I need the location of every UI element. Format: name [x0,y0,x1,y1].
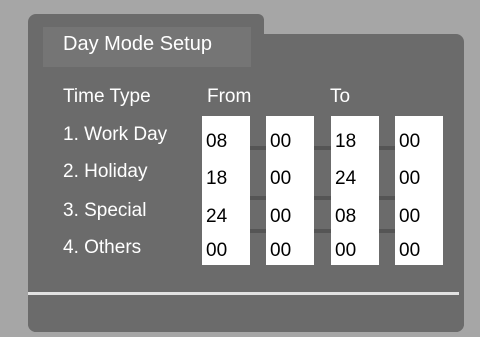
work-day-to-hour-input[interactable]: 18 [331,116,379,156]
holiday-to-minute-input[interactable]: 00 [395,153,443,193]
others-to-minute-input[interactable]: 00 [395,225,443,265]
row-label-others: 4. Others [63,237,142,258]
holiday-from-minute-input[interactable]: 00 [266,153,314,193]
row-label-work-day: 1. Work Day [63,124,168,145]
work-day-to-minute-input[interactable]: 00 [395,116,443,156]
to-header: To [330,86,351,107]
others-to-hour-input[interactable]: 00 [331,225,379,265]
separator-line [28,292,459,295]
row-label-holiday: 2. Holiday [63,161,148,182]
bottom-bar [28,296,464,332]
work-day-from-hour-input[interactable]: 08 [202,116,250,156]
others-from-hour-input[interactable]: 00 [202,225,250,265]
time-type-header: Time Type [63,86,151,107]
work-day-from-minute-input[interactable]: 00 [266,116,314,156]
from-header: From [207,86,252,107]
others-from-minute-input[interactable]: 00 [266,225,314,265]
holiday-to-hour-input[interactable]: 24 [331,153,379,193]
row-label-special: 3. Special [63,200,147,221]
page-title: Day Mode Setup [63,33,212,55]
holiday-from-hour-input[interactable]: 18 [202,153,250,193]
